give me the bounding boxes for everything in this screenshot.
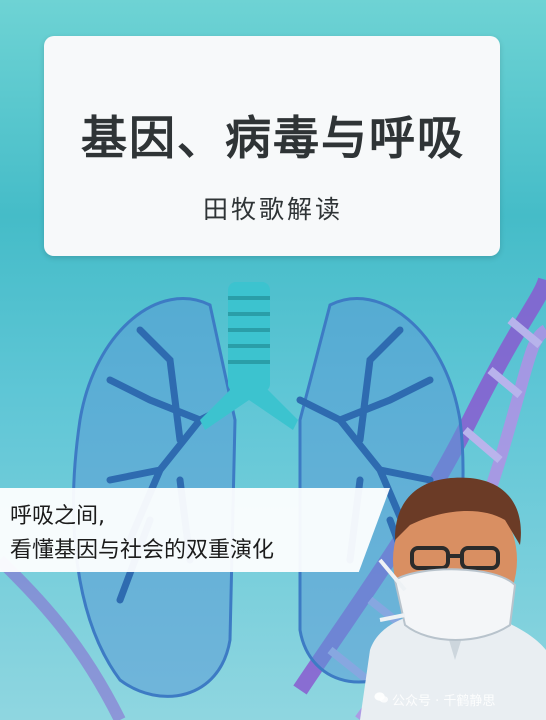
- watermark-text: 公众号 · 千鹤静思: [392, 694, 496, 709]
- page-subtitle: 田牧歌解读: [202, 195, 343, 224]
- page-title: 基因、病毒与呼吸: [81, 111, 465, 165]
- wechat-icon: [374, 692, 389, 703]
- poster: 基因、病毒与呼吸 田牧歌解读 呼吸之间, 看懂基因与社会的双重演化 公众号 · …: [0, 0, 546, 720]
- caption-line-2: 看懂基因与社会的双重演化: [10, 538, 275, 563]
- caption-line-1: 呼吸之间,: [10, 504, 105, 529]
